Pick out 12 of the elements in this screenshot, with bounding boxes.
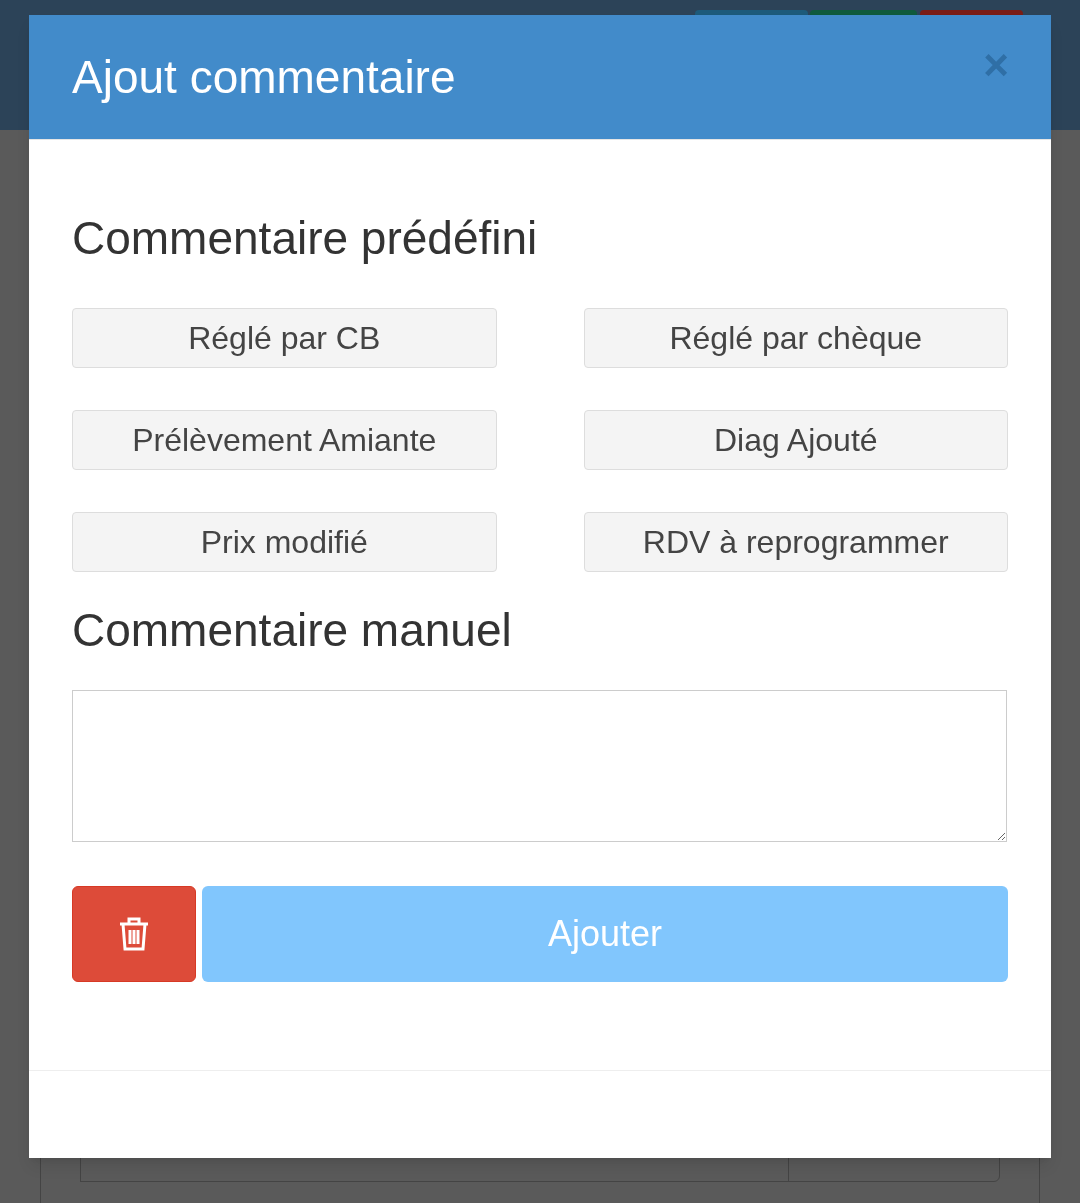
trash-icon: [118, 916, 150, 952]
preset-button[interactable]: Réglé par chèque: [583, 308, 1008, 368]
preset-button[interactable]: Diag Ajouté: [583, 410, 1008, 470]
preset-button[interactable]: Prix modifié: [72, 512, 497, 572]
dialog-title: Ajout commentaire: [72, 49, 456, 105]
comment-field[interactable]: [72, 690, 1007, 842]
preset-button[interactable]: RDV à reprogrammer: [583, 512, 1008, 572]
section-heading: Commentaire manuel: [72, 603, 513, 658]
delete-button[interactable]: [72, 886, 196, 982]
preset-button[interactable]: Réglé par CB: [72, 308, 497, 368]
preset-button[interactable]: Prélèvement Amiante: [72, 410, 497, 470]
section-heading: Commentaire prédéfini: [72, 211, 539, 266]
